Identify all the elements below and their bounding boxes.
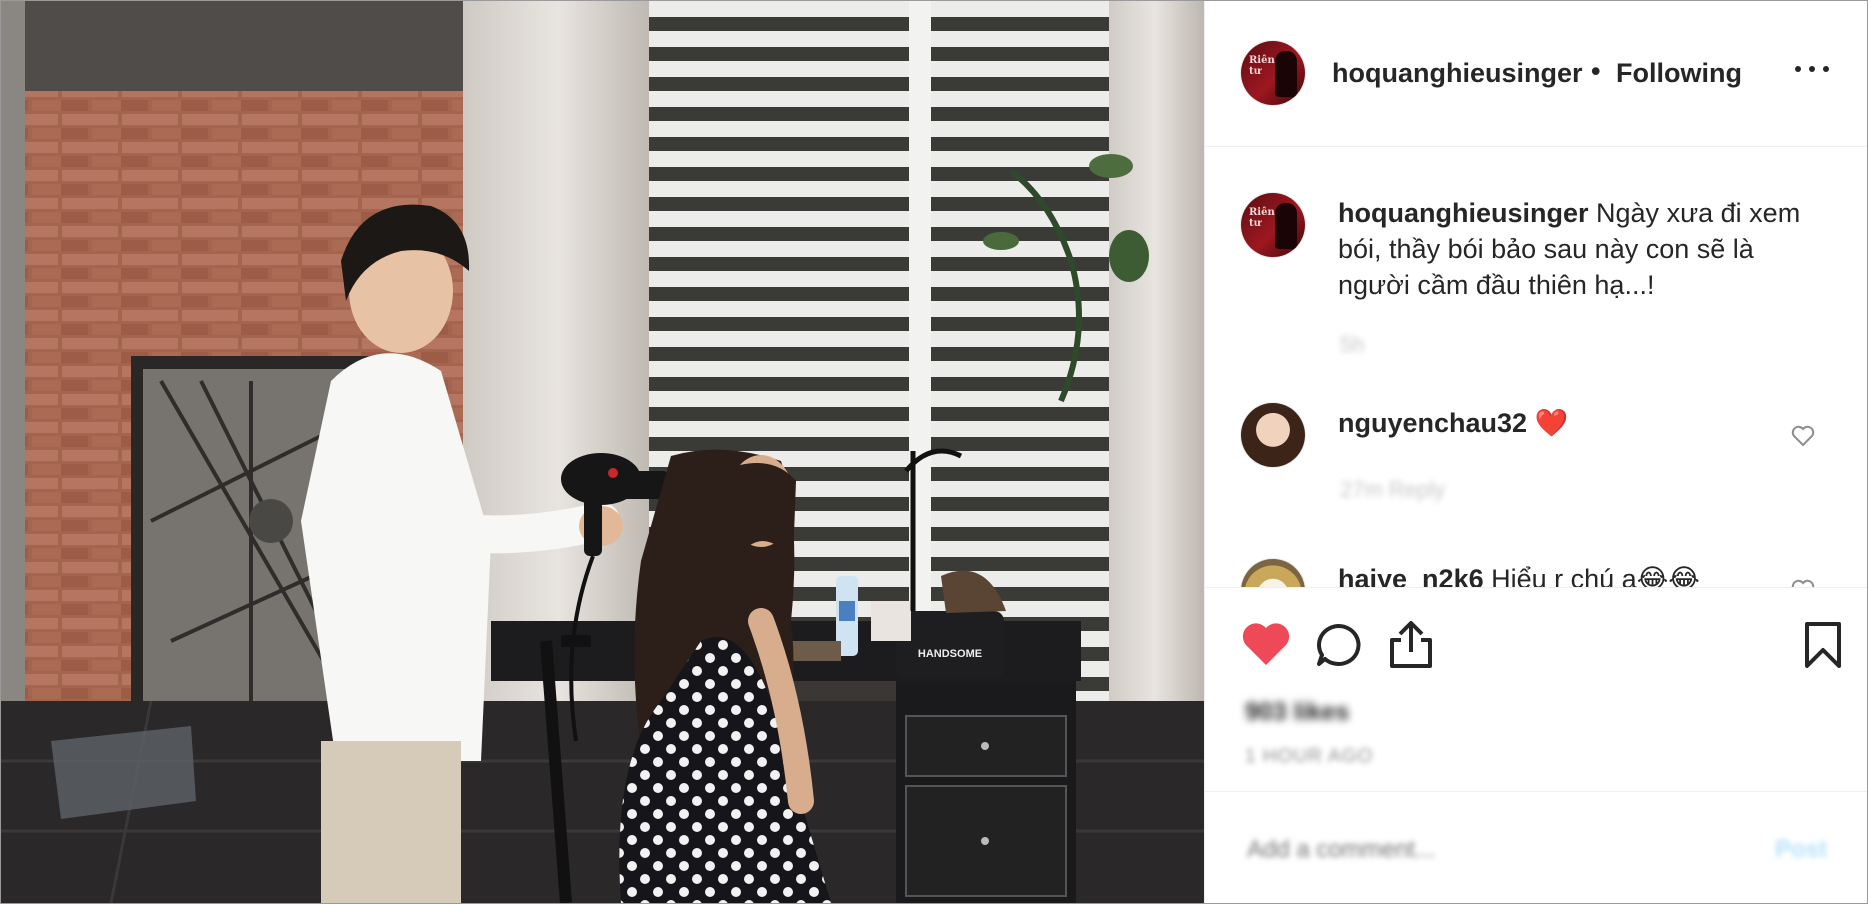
- comment-body: Hiểu r chú a: [1491, 564, 1637, 587]
- comment-username[interactable]: haiye_n2k6: [1338, 564, 1484, 587]
- photo-illustration: HANDSOME: [1, 1, 1204, 903]
- author-username[interactable]: hoquanghieusinger: [1332, 58, 1583, 89]
- bookmark-icon[interactable]: [1797, 620, 1849, 670]
- bag-label: HANDSOME: [918, 648, 982, 660]
- heart-outline-icon[interactable]: [1791, 425, 1815, 447]
- comment-meta: 27m Reply: [1340, 477, 1446, 502]
- caption-avatar[interactable]: Riêng tư: [1241, 193, 1305, 257]
- caption: hoquanghieusinger Ngày xưa đi xem bói, t…: [1338, 195, 1818, 303]
- comment-emoji: ❤️: [1534, 408, 1569, 438]
- comment-icon[interactable]: [1313, 620, 1365, 670]
- comment-avatar[interactable]: [1241, 403, 1305, 467]
- heart-filled-icon[interactable]: [1240, 620, 1292, 670]
- header-separator: •: [1591, 56, 1601, 86]
- post-photo[interactable]: HANDSOME: [1, 1, 1204, 903]
- post-button[interactable]: Post: [1775, 836, 1827, 864]
- comment-avatar[interactable]: [1241, 559, 1305, 587]
- instagram-post-modal: HANDSOME Riêng tư hoquanghieusinger • Fo…: [0, 0, 1868, 904]
- caption-time: 5h: [1340, 332, 1365, 357]
- comment-item: haiye_n2k6 Hiểu r chú a😂😂: [1338, 561, 1700, 587]
- author-avatar[interactable]: Riêng tư: [1241, 41, 1305, 105]
- add-comment-bar: Post: [1205, 791, 1867, 903]
- more-horizontal-icon[interactable]: [1795, 63, 1829, 75]
- comment-emoji: 😂😂: [1636, 564, 1700, 587]
- likes-count[interactable]: 903 likes: [1245, 698, 1349, 727]
- caption-username[interactable]: hoquanghieusinger: [1338, 198, 1589, 228]
- post-time: 1 HOUR AGO: [1245, 746, 1374, 767]
- heart-outline-icon[interactable]: [1791, 579, 1815, 587]
- comments-list[interactable]: Riêng tư hoquanghieusinger Ngày xưa đi x…: [1205, 147, 1867, 587]
- comment-username[interactable]: nguyenchau32: [1338, 408, 1527, 438]
- comment-item: nguyenchau32 ❤️: [1338, 405, 1568, 441]
- action-bar: 903 likes 1 HOUR AGO: [1205, 587, 1867, 767]
- post-header: Riêng tư hoquanghieusinger • Following: [1205, 1, 1867, 147]
- share-icon[interactable]: [1385, 620, 1437, 670]
- add-comment-input[interactable]: [1245, 835, 1729, 865]
- avatar-figure: [1275, 51, 1297, 97]
- post-sidebar: Riêng tư hoquanghieusinger • Following R…: [1204, 1, 1867, 903]
- following-button[interactable]: Following: [1616, 58, 1742, 89]
- avatar-figure: [1275, 203, 1297, 249]
